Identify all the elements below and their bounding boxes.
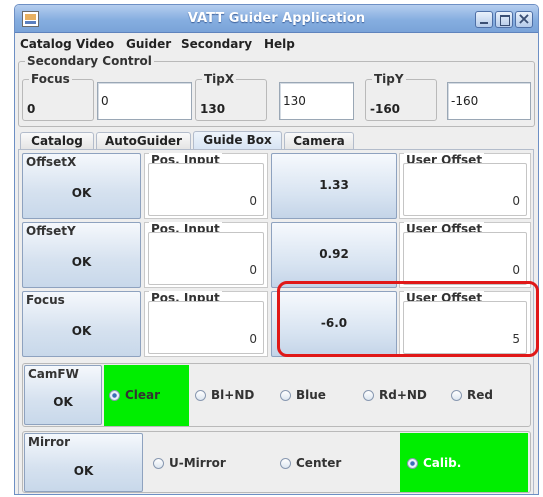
focus-value: -6.0 — [320, 316, 348, 330]
guide-box-panel: OffsetX OK Pos. Input 0 1.33 User Offset… — [18, 149, 534, 494]
tab-guide-box[interactable]: Guide Box — [193, 131, 282, 150]
mirror-ok-button[interactable]: Mirror OK — [24, 433, 143, 492]
offsetx-value-button[interactable]: 1.33 — [271, 153, 397, 219]
offsetx-user-field[interactable]: 0 — [403, 163, 527, 216]
menu-catalog[interactable]: Catalog — [20, 37, 72, 51]
menu-secondary[interactable]: Secondary — [181, 37, 252, 51]
camfw-label: CamFW — [28, 367, 79, 381]
radio-icon — [363, 390, 374, 401]
focus-input[interactable] — [97, 82, 192, 120]
camfw-option-rd-nd: Rd+ND — [379, 388, 427, 402]
offsety-value-button[interactable]: 0.92 — [271, 222, 397, 288]
focus-ok-label: OK — [71, 324, 92, 338]
focus-value-button[interactable]: -6.0 — [271, 291, 397, 357]
offsety-user-offset-box: User Offset 0 — [399, 222, 531, 288]
radio-icon — [280, 458, 291, 469]
close-icon[interactable] — [515, 9, 533, 28]
secondary-control-legend: Secondary Control — [25, 54, 154, 68]
offsetx-ok-button[interactable]: OffsetX OK — [22, 153, 141, 219]
tab-camera[interactable]: Camera — [284, 132, 354, 150]
offsetx-user-value: 0 — [512, 194, 520, 208]
menu-video[interactable]: Video — [76, 37, 114, 51]
mirror-ok-label: OK — [73, 464, 94, 478]
secondary-control-panel: Secondary Control Focus 0 TipX 130 TipY … — [18, 54, 535, 127]
mirror-row: Mirror OK U-Mirror Center Calib. — [22, 431, 531, 493]
focus-readout-label: Focus — [29, 72, 72, 86]
tipy-input[interactable] — [447, 82, 531, 120]
camfw-radio-red[interactable]: Red — [451, 388, 493, 402]
offsety-pos-input-box: Pos. Input 0 — [144, 222, 268, 288]
offsetx-pos-value: 0 — [249, 194, 257, 208]
camfw-option-clear: Clear — [125, 388, 161, 402]
tipx-readout: TipX 130 — [195, 72, 267, 121]
minimize-icon[interactable] — [475, 11, 493, 28]
camfw-radio-clear[interactable]: Clear — [109, 388, 160, 402]
tipx-readout-label: TipX — [202, 72, 237, 86]
mirror-option-center: Center — [296, 456, 342, 470]
offsety-pos-field[interactable]: 0 — [148, 232, 264, 285]
radio-icon — [153, 458, 164, 469]
offsety-ok-button[interactable]: OffsetY OK — [22, 222, 141, 288]
offsetx-user-offset-box: User Offset 0 — [399, 153, 531, 219]
camfw-option-blue: Blue — [296, 388, 326, 402]
mirror-radio-u-mirror[interactable]: U-Mirror — [153, 456, 226, 470]
window-title: VATT Guider Application — [187, 11, 366, 26]
offsety-user-field[interactable]: 0 — [403, 232, 527, 285]
mirror-option-u-mirror: U-Mirror — [169, 456, 226, 470]
radio-selected-icon — [109, 390, 120, 401]
focus-user-offset-box: User Offset 5 — [399, 291, 531, 357]
radio-icon — [195, 390, 206, 401]
maximize-icon[interactable] — [495, 11, 513, 28]
focus-user-field[interactable]: 5 — [403, 301, 527, 354]
offsety-user-value: 0 — [512, 263, 520, 277]
tipy-readout-label: TipY — [372, 72, 406, 86]
offsety-ok-label: OK — [71, 255, 92, 269]
tab-autoguider[interactable]: AutoGuider — [96, 132, 191, 150]
focus-ok-button[interactable]: Focus OK — [22, 291, 141, 357]
mirror-option-calib: Calib. — [423, 456, 462, 470]
tipy-readout: TipY -160 — [365, 72, 437, 121]
camfw-radio-blue[interactable]: Blue — [280, 388, 326, 402]
camfw-ok-label: OK — [53, 395, 73, 409]
offsetx-value: 1.33 — [319, 178, 349, 192]
tipy-readout-value: -160 — [370, 102, 401, 116]
camfw-row: CamFW OK Clear Bl+ND Blue Rd+ND Red — [22, 363, 531, 427]
camfw-ok-button[interactable]: CamFW OK — [24, 365, 102, 425]
menu-guider[interactable]: Guider — [126, 37, 171, 51]
tab-catalog[interactable]: Catalog — [20, 132, 94, 150]
focus-readout: Focus 0 — [22, 72, 94, 121]
focus-pos-value: 0 — [249, 332, 257, 346]
menu-help[interactable]: Help — [264, 37, 295, 51]
offsetx-ok-label: OK — [71, 186, 92, 200]
title-bar[interactable]: VATT Guider Application — [15, 5, 538, 33]
focus-readout-value: 0 — [27, 102, 36, 116]
offsety-pos-value: 0 — [249, 263, 257, 277]
mirror-radio-calib[interactable]: Calib. — [407, 456, 461, 470]
tipx-readout-value: 130 — [200, 102, 226, 116]
radio-selected-icon — [407, 458, 418, 469]
menu-bar: Catalog Video Guider Secondary Help — [15, 34, 538, 54]
camfw-radio-bl-nd[interactable]: Bl+ND — [195, 388, 254, 402]
app-window: VATT Guider Application Catalog Video Gu… — [14, 4, 539, 495]
tipx-input[interactable] — [279, 82, 354, 120]
focus-user-value: 5 — [512, 332, 520, 346]
mirror-label: Mirror — [28, 435, 71, 449]
radio-icon — [451, 390, 462, 401]
offsety-label: OffsetY — [26, 224, 76, 238]
focus-pos-field[interactable]: 0 — [148, 301, 264, 354]
camfw-radio-rd-nd[interactable]: Rd+ND — [363, 388, 427, 402]
camfw-option-bl-nd: Bl+ND — [211, 388, 255, 402]
offsetx-pos-input-box: Pos. Input 0 — [144, 153, 268, 219]
offsetx-pos-field[interactable]: 0 — [148, 163, 264, 216]
focus-row-label: Focus — [26, 293, 65, 307]
radio-icon — [280, 390, 291, 401]
mirror-radio-center[interactable]: Center — [280, 456, 341, 470]
focus-pos-input-box: Pos. Input 0 — [144, 291, 268, 357]
camfw-option-red: Red — [467, 388, 493, 402]
offsety-value: 0.92 — [319, 247, 349, 261]
offsetx-label: OffsetX — [26, 155, 77, 169]
